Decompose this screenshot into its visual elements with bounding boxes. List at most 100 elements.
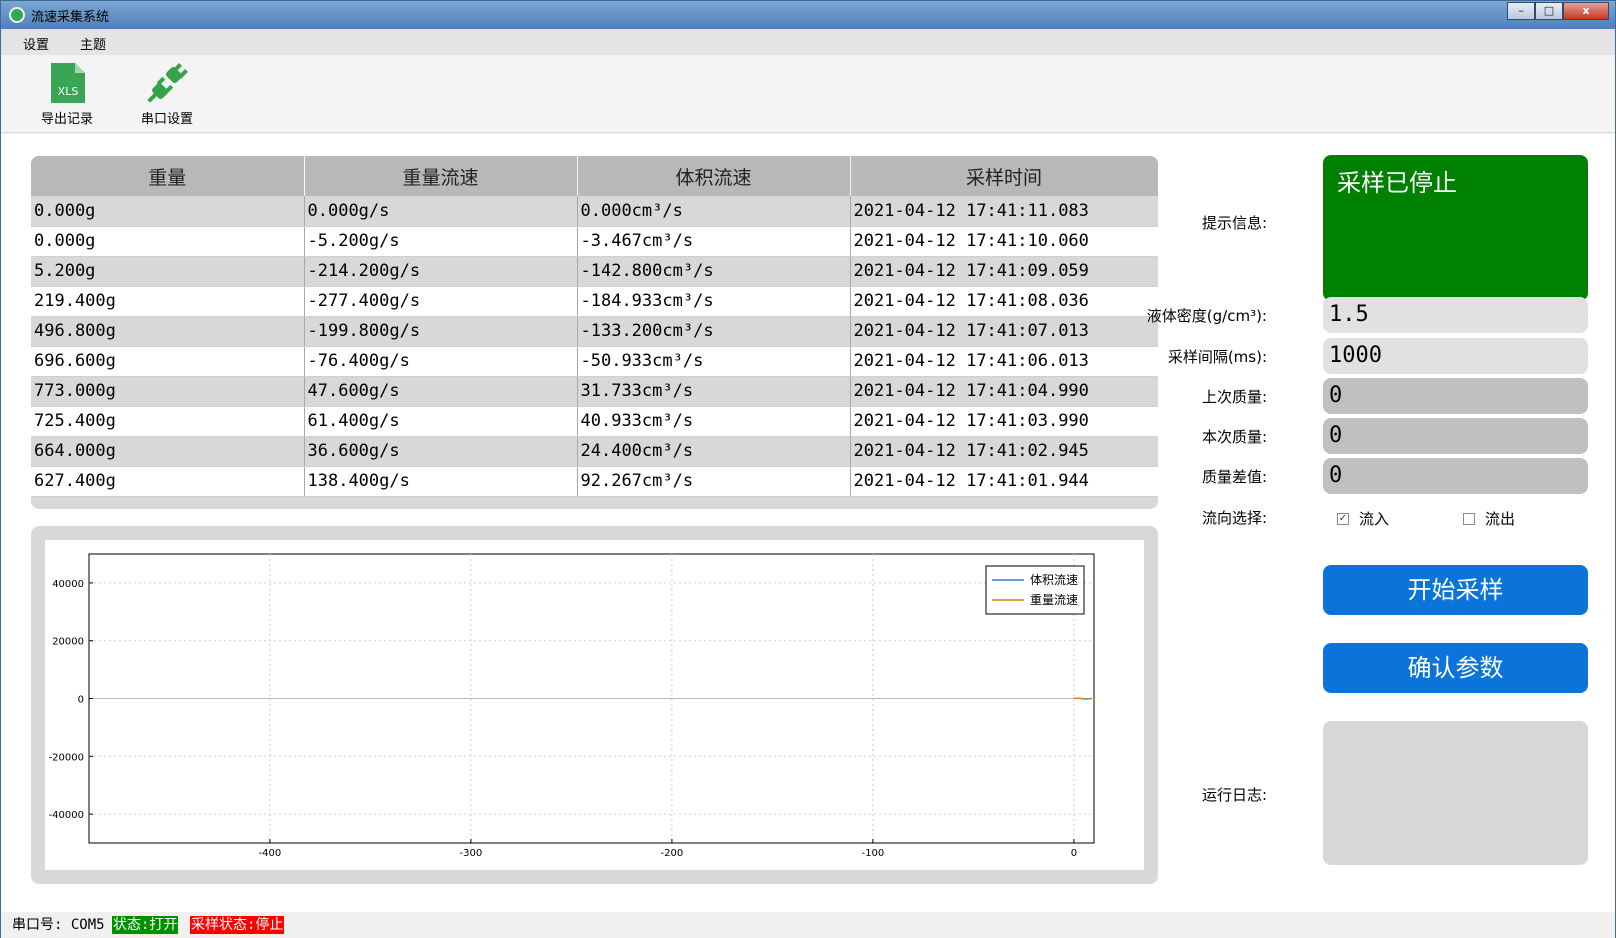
info-message-text: 采样已停止 [1337,169,1457,197]
chart-area: -400 -300 -200 -100 0 40000 20000 0 -20000 -40000… [45,540,1144,870]
cell-sample-time: 2021-04-12 17:41:06.013 [850,346,1158,377]
table-row[interactable]: 0.000g 0.000g/s 0.000cm³/s 2021-04-12 17:41… [31,196,1158,227]
serial-settings-label: 串口设置 [140,112,193,127]
maximize-button[interactable]: □ [1535,2,1563,20]
cell-weight-flow: 47.600g/s [304,376,578,407]
table-header-row: 重量 重量流速 体积流速 采样时间 [31,156,1158,196]
cell-sample-time: 2021-04-12 17:41:10.060 [850,226,1158,257]
window-controls: – □ x [1507,2,1609,20]
start-sampling-button[interactable]: 开始采样 [1323,565,1588,615]
menu-theme[interactable]: 主题 [80,34,106,53]
cell-volume-flow: -142.800cm³/s [577,256,851,287]
table-row[interactable]: 496.800g -199.800g/s -133.200cm³/s 2021-04-… [31,316,1158,347]
cell-volume-flow: 31.733cm³/s [577,376,851,407]
records-table-panel: 重量 重量流速 体积流速 采样时间 0.000g 0.000g/s 0.000cm³… [31,156,1158,509]
cell-weight-flow: -76.400g/s [304,346,578,377]
mass-diff-field: 0 [1323,458,1588,494]
interval-input[interactable]: 1000 [1323,338,1588,374]
x-tick-label: 0 [1071,848,1077,859]
minimize-button[interactable]: – [1507,2,1535,20]
cell-sample-time: 2021-04-12 17:41:04.990 [850,376,1158,407]
cell-weight-flow: 36.600g/s [304,436,578,467]
column-header-sample-time[interactable]: 采样时间 [850,156,1158,196]
cell-sample-time: 2021-04-12 17:41:01.944 [850,466,1158,497]
close-button[interactable]: x [1563,2,1609,20]
flow-chart[interactable]: -400 -300 -200 -100 0 40000 20000 0 -20000 -40000… [45,540,1144,870]
current-mass-field: 0 [1323,418,1588,454]
cell-weight: 627.400g [31,466,305,497]
outflow-checkbox-box[interactable] [1463,512,1475,525]
cell-weight: 0.000g [31,226,305,257]
direction-label: 流向选择: [1201,509,1267,527]
cell-weight: 0.000g [31,196,305,227]
cell-sample-time: 2021-04-12 17:41:03.990 [850,406,1158,437]
inflow-checkbox-label: 流入 [1359,510,1390,528]
table-row[interactable]: 5.200g -214.200g/s -142.800cm³/s 2021-04-12… [31,256,1158,287]
cell-weight-flow: -277.400g/s [304,286,578,317]
connection-status-badge: 状态:打开 [112,916,179,934]
menu-settings[interactable]: 设置 [23,34,49,53]
last-mass-field: 0 [1323,378,1588,414]
cell-volume-flow: -133.200cm³/s [577,316,851,347]
outflow-checkbox-label: 流出 [1485,510,1516,528]
mass-diff-label: 质量差值: [1201,468,1267,486]
cell-sample-time: 2021-04-12 17:41:02.945 [850,436,1158,467]
inflow-checkbox-box[interactable]: ✓ [1337,512,1349,525]
main-window: 流速采集系统 – □ x 设置 主题 XLS 导出记录 串口设置 重量 重量流速… [0,0,1616,938]
density-input[interactable]: 1.5 [1323,297,1588,333]
x-tick-label: -100 [862,848,885,859]
inflow-checkbox[interactable]: ✓ 流入 [1337,508,1389,529]
info-label: 提示信息: [1201,214,1267,232]
y-tick-label: 40000 [52,579,84,590]
cell-sample-time: 2021-04-12 17:41:07.013 [850,316,1158,347]
export-records-label: 导出记录 [40,112,93,127]
x-tick-label: -300 [460,848,483,859]
y-tick-label: 20000 [52,637,84,648]
cell-weight: 664.000g [31,436,305,467]
table-row[interactable]: 773.000g 47.600g/s 31.733cm³/s 2021-04-12 1… [31,376,1158,407]
last-mass-label: 上次质量: [1201,388,1267,406]
cell-weight-flow: 138.400g/s [304,466,578,497]
run-log-box[interactable] [1323,721,1588,865]
cell-weight: 496.800g [31,316,305,347]
cell-volume-flow: -50.933cm³/s [577,346,851,377]
cell-volume-flow: 0.000cm³/s [577,196,851,227]
table-row[interactable]: 725.400g 61.400g/s 40.933cm³/s 2021-04-12 1… [31,406,1158,437]
export-records-button[interactable]: XLS 导出记录 [25,61,109,131]
table-row[interactable]: 696.600g -76.400g/s -50.933cm³/s 2021-04-12… [31,346,1158,377]
legend-label: 重量流速 [1030,593,1078,607]
cell-weight-flow: -5.200g/s [304,226,578,257]
table-row[interactable]: 664.000g 36.600g/s 24.400cm³/s 2021-04-12 1… [31,436,1158,467]
y-tick-label: 0 [78,695,84,706]
chart-panel: -400 -300 -200 -100 0 40000 20000 0 -20000 -40000… [31,526,1158,884]
sampling-status-badge: 采样状态:停止 [190,916,285,934]
cell-weight: 725.400g [31,406,305,437]
current-mass-label: 本次质量: [1201,428,1267,446]
cell-weight: 219.400g [31,286,305,317]
records-table[interactable]: 重量 重量流速 体积流速 采样时间 0.000g 0.000g/s 0.000cm³… [31,156,1158,497]
title-bar[interactable]: 流速采集系统 – □ x [1,1,1615,29]
cell-volume-flow: -3.467cm³/s [577,226,851,257]
serial-port-status: 串口号: COM5 [12,917,105,933]
outflow-checkbox[interactable]: 流出 [1463,508,1515,529]
window-title: 流速采集系统 [31,10,110,25]
log-label: 运行日志: [1201,786,1267,804]
confirm-params-button[interactable]: 确认参数 [1323,643,1588,693]
serial-settings-button[interactable]: 串口设置 [125,61,209,131]
x-tick-label: -400 [259,848,282,859]
cell-weight-flow: 61.400g/s [304,406,578,437]
cell-sample-time: 2021-04-12 17:41:09.059 [850,256,1158,287]
y-tick-label: -40000 [49,810,84,821]
column-header-weight-flow[interactable]: 重量流速 [304,156,578,196]
column-header-volume-flow[interactable]: 体积流速 [577,156,851,196]
table-row[interactable]: 0.000g -5.200g/s -3.467cm³/s 2021-04-12 17:… [31,226,1158,257]
cell-sample-time: 2021-04-12 17:41:08.036 [850,286,1158,317]
legend-label: 体积流速 [1030,573,1078,587]
table-row[interactable]: 627.400g 138.400g/s 92.267cm³/s 2021-04-12 … [31,466,1158,497]
column-header-weight[interactable]: 重量 [31,156,305,196]
content-area: 重量 重量流速 体积流速 采样时间 0.000g 0.000g/s 0.000cm³… [1,134,1615,912]
app-icon [9,7,25,23]
toolbar: XLS 导出记录 串口设置 [1,55,1615,133]
table-row[interactable]: 219.400g -277.400g/s -184.933cm³/s 2021-04-… [31,286,1158,317]
x-tick-label: -200 [661,848,684,859]
